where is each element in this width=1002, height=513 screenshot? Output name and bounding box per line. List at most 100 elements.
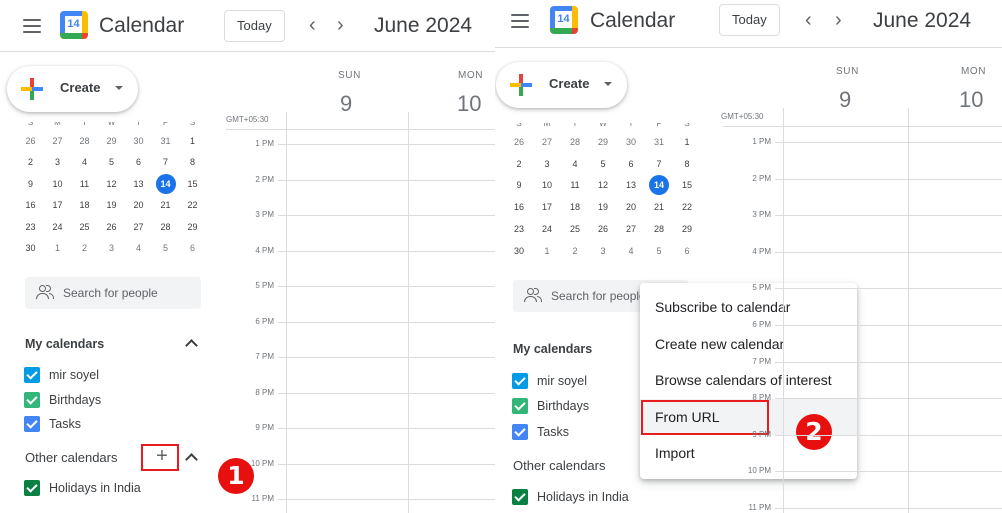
mini-calendar-day[interactable]: 15: [673, 175, 701, 195]
mini-calendar-day[interactable]: 6: [617, 154, 645, 174]
mini-calendar-day[interactable]: 30: [617, 132, 645, 152]
mini-calendar-day[interactable]: 3: [44, 152, 71, 172]
collapse-chevron-icon[interactable]: [185, 339, 198, 352]
other-calendars-title[interactable]: Other calendars: [25, 450, 118, 465]
mini-calendar-day[interactable]: 28: [71, 131, 98, 151]
mini-calendar-day[interactable]: 13: [617, 175, 645, 195]
my-calendars-title[interactable]: My calendars: [513, 342, 592, 356]
mini-calendar-day[interactable]: 5: [589, 154, 617, 174]
mini-calendar-day[interactable]: 25: [71, 217, 98, 237]
mini-calendar-day[interactable]: 4: [125, 238, 152, 258]
mini-calendar-day[interactable]: 28: [152, 217, 179, 237]
calendar-item-tasks[interactable]: Tasks: [24, 414, 81, 434]
mini-calendar-day[interactable]: 15: [179, 174, 206, 194]
mini-calendar-day[interactable]: 20: [125, 195, 152, 215]
mini-calendar-day[interactable]: 13: [125, 174, 152, 194]
mini-calendar-day[interactable]: 1: [533, 241, 561, 261]
mini-calendar-day[interactable]: 16: [17, 195, 44, 215]
mini-calendar-day[interactable]: 27: [125, 217, 152, 237]
search-people-input[interactable]: [63, 277, 197, 309]
next-week-icon[interactable]: ›: [835, 10, 842, 30]
checkbox[interactable]: [512, 489, 528, 505]
mini-calendar-day[interactable]: 6: [673, 241, 701, 261]
mini-calendar-day[interactable]: 18: [71, 195, 98, 215]
main-menu-icon[interactable]: [23, 19, 41, 33]
mini-calendar-day[interactable]: 29: [589, 132, 617, 152]
prev-week-icon[interactable]: ‹: [805, 10, 812, 30]
mini-calendar-day[interactable]: 26: [589, 219, 617, 239]
mini-calendar-day[interactable]: 2: [505, 154, 533, 174]
mini-calendar-day[interactable]: 9: [17, 174, 44, 194]
mini-calendar-day[interactable]: 12: [589, 175, 617, 195]
main-menu-icon[interactable]: [511, 14, 529, 28]
mini-calendar-day[interactable]: 28: [645, 219, 673, 239]
mini-calendar-day[interactable]: 1: [673, 132, 701, 152]
mini-calendar-day[interactable]: 19: [589, 197, 617, 217]
mini-calendar-day[interactable]: 24: [533, 219, 561, 239]
mini-calendar-day[interactable]: 26: [98, 217, 125, 237]
mini-calendar-day[interactable]: 23: [505, 219, 533, 239]
calendar-item-mir-soyel[interactable]: mir soyel: [512, 371, 587, 391]
mini-calendar-day[interactable]: 9: [505, 175, 533, 195]
mini-calendar-day[interactable]: 1: [44, 238, 71, 258]
mini-calendar-day[interactable]: 20: [617, 197, 645, 217]
mini-calendar-day[interactable]: 25: [561, 219, 589, 239]
mini-calendar-day[interactable]: 3: [589, 241, 617, 261]
collapse-chevron-icon[interactable]: [185, 453, 198, 466]
mini-calendar-day[interactable]: 12: [98, 174, 125, 194]
mini-calendar-day[interactable]: 4: [71, 152, 98, 172]
mini-calendar-day[interactable]: 22: [673, 197, 701, 217]
mini-calendar-day[interactable]: 10: [533, 175, 561, 195]
mini-calendar-day[interactable]: 24: [44, 217, 71, 237]
mini-calendar-day[interactable]: 3: [98, 238, 125, 258]
other-calendars-title[interactable]: Other calendars: [513, 458, 606, 473]
day-header-number[interactable]: 10: [457, 91, 481, 117]
search-people-box[interactable]: [25, 277, 201, 309]
calendar-item-holidays-in-india[interactable]: Holidays in India: [24, 478, 141, 498]
checkbox[interactable]: [512, 373, 528, 389]
mini-calendar-day[interactable]: 30: [505, 241, 533, 261]
day-header-number[interactable]: 9: [340, 91, 352, 117]
mini-calendar-day[interactable]: 26: [505, 132, 533, 152]
mini-calendar-day[interactable]: 5: [645, 241, 673, 261]
mini-calendar-day[interactable]: 27: [617, 219, 645, 239]
mini-calendar-day[interactable]: 5: [98, 152, 125, 172]
mini-calendar-day[interactable]: 22: [179, 195, 206, 215]
mini-calendar-day[interactable]: 17: [44, 195, 71, 215]
mini-calendar-day[interactable]: 30: [17, 238, 44, 258]
mini-calendar-day[interactable]: 16: [505, 197, 533, 217]
mini-calendar-day[interactable]: 27: [44, 131, 71, 151]
today-button[interactable]: Today: [719, 4, 780, 36]
mini-calendar-day[interactable]: 7: [645, 154, 673, 174]
calendar-item-mir-soyel[interactable]: mir soyel: [24, 365, 99, 385]
mini-calendar-day[interactable]: 28: [561, 132, 589, 152]
today-button[interactable]: Today: [224, 10, 285, 42]
mini-calendar-day[interactable]: 11: [71, 174, 98, 194]
prev-week-icon[interactable]: ‹: [309, 15, 316, 35]
mini-calendar-day[interactable]: 3: [533, 154, 561, 174]
mini-calendar-day[interactable]: 30: [125, 131, 152, 151]
mini-calendar-day[interactable]: 2: [71, 238, 98, 258]
checkbox[interactable]: [512, 424, 528, 440]
day-header-number[interactable]: 9: [839, 87, 851, 113]
mini-calendar-day[interactable]: 1: [179, 131, 206, 151]
mini-calendar-day[interactable]: 11: [561, 175, 589, 195]
mini-calendar-day[interactable]: 7: [152, 152, 179, 172]
next-week-icon[interactable]: ›: [337, 15, 344, 35]
mini-calendar-day[interactable]: 19: [98, 195, 125, 215]
mini-calendar-day[interactable]: 4: [617, 241, 645, 261]
calendar-item-tasks[interactable]: Tasks: [512, 422, 569, 442]
mini-calendar-day[interactable]: 6: [179, 238, 206, 258]
mini-calendar-day[interactable]: 4: [561, 154, 589, 174]
mini-calendar-day[interactable]: 8: [179, 152, 206, 172]
checkbox[interactable]: [24, 480, 40, 496]
calendar-item-birthdays[interactable]: Birthdays: [24, 390, 101, 410]
mini-calendar-day[interactable]: 18: [561, 197, 589, 217]
checkbox[interactable]: [24, 392, 40, 408]
mini-calendar-day[interactable]: 31: [152, 131, 179, 151]
mini-calendar-today[interactable]: 14: [645, 175, 673, 196]
calendar-item-birthdays[interactable]: Birthdays: [512, 396, 589, 416]
mini-calendar-day[interactable]: 29: [98, 131, 125, 151]
mini-calendar-day[interactable]: 2: [17, 152, 44, 172]
mini-calendar-day[interactable]: 27: [533, 132, 561, 152]
